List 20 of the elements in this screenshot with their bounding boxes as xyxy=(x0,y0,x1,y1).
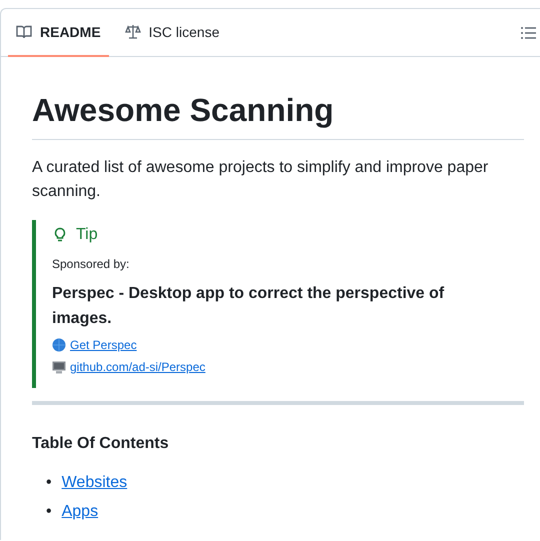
sponsored-label: Sponsored by: xyxy=(52,257,130,272)
tab[interactable]: ISC license xyxy=(116,10,228,56)
sponsor-link[interactable]: github.com/ad-si/Perspec xyxy=(70,360,206,374)
sponsor-link[interactable]: Get Perspec xyxy=(70,338,137,352)
scale-icon xyxy=(124,24,141,40)
bullet: • xyxy=(46,502,52,522)
book-icon xyxy=(16,24,32,40)
bullet: • xyxy=(46,473,52,494)
toc-link[interactable]: Apps xyxy=(62,502,98,522)
globe-icon xyxy=(52,338,66,352)
outline-menu-icon[interactable] xyxy=(520,24,536,40)
toc-link[interactable]: Websites xyxy=(62,473,128,494)
computer-icon xyxy=(52,360,66,374)
tip-label: Tip xyxy=(76,226,98,244)
description: A curated list of awesome projects to simplify and improve paper scanning. xyxy=(32,158,490,202)
tab[interactable]: README xyxy=(8,10,109,56)
readme-title: Awesome Scanning xyxy=(32,91,524,140)
sponsor-headline: Perspec - Desktop app to correct the perspective of images. xyxy=(52,284,446,330)
lightbulb-icon xyxy=(52,227,68,244)
toc-heading: Table Of Contents xyxy=(32,435,170,454)
